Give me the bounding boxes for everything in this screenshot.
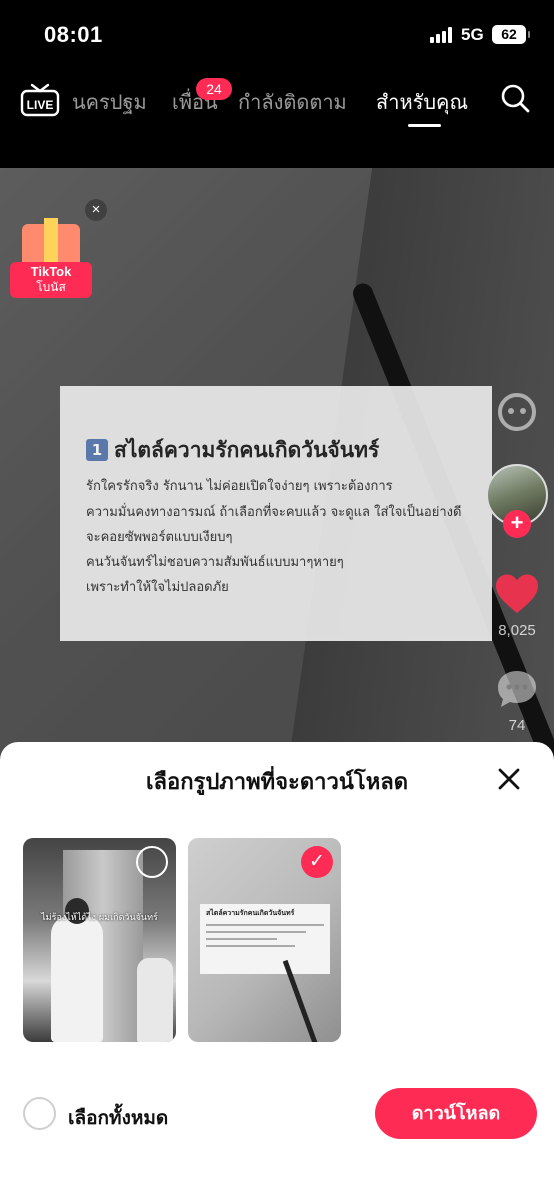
select-all-label[interactable]: เลือกทั้งหมด (68, 1103, 168, 1133)
active-tab-indicator (408, 124, 441, 127)
like-count: 8,025 (498, 622, 536, 639)
emoji-reaction-button[interactable] (490, 390, 544, 434)
close-bonus-icon[interactable]: × (85, 199, 107, 221)
tiktok-bonus-line2: โบนัส (36, 280, 66, 294)
card-title-text: สไตล์ความรักคนเกิดวันจันทร์ (114, 438, 380, 462)
text-placeholder-line (206, 938, 277, 940)
close-icon[interactable] (496, 766, 522, 792)
text-placeholder-line (206, 945, 295, 947)
image-thumbnail[interactable]: ไม่ร้องไห้ได้ไง ผมเกิดวันจันทร์ (23, 838, 176, 1042)
like-button[interactable]: 8,025 (490, 573, 544, 639)
search-icon[interactable] (499, 82, 531, 114)
card-line: คนวันจันทร์ไม่ชอบความสัมพันธ์แบบมาๆหายๆ (86, 555, 344, 570)
person-figure (51, 916, 103, 1042)
thumbnail-text-card: สไตล์ความรักคนเกิดวันจันทร์ (200, 904, 330, 974)
select-all-checkbox[interactable] (23, 1097, 56, 1130)
thumbnail-caption: ไม่ร้องไห้ได้ไง ผมเกิดวันจันทร์ (41, 913, 158, 923)
number-one-icon: 1 (86, 439, 108, 461)
follow-plus-icon[interactable]: + (503, 510, 531, 538)
battery-icon: 62 (492, 25, 530, 44)
download-button[interactable]: ดาวน์โหลด (375, 1088, 537, 1139)
tab-following[interactable]: กำลังติดตาม (238, 86, 347, 118)
live-tv-icon[interactable]: LIVE (20, 83, 60, 117)
friends-notification-badge: 24 (196, 78, 232, 100)
card-title: 1 สไตล์ความรักคนเกิดวันจันทร์ (86, 434, 379, 467)
comment-button[interactable]: 74 (490, 668, 544, 734)
tiktok-bonus-line1: TikTok (30, 264, 72, 279)
emoji-face-icon (498, 393, 536, 431)
video-player[interactable]: TikTok โบนัส × 1 สไตล์ความรักคนเกิดวันจัน… (0, 168, 554, 768)
selected-check-icon[interactable]: ✓ (301, 846, 333, 878)
comment-count: 74 (508, 717, 526, 734)
mirror-reflection (137, 958, 173, 1042)
network-type: 5G (461, 25, 484, 44)
heart-icon (496, 574, 538, 613)
status-time: 08:01 (44, 22, 103, 47)
card-line: ความมั่นคงทางอารมณ์ ถ้าเลือกที่จะคบแล้ว … (86, 505, 462, 520)
tiktok-bonus-widget[interactable]: TikTok โบนัส (10, 218, 92, 300)
top-navigation: LIVE นครปฐม เพื่อน 24 กำลังติดตาม สำหรับ… (0, 70, 554, 168)
creator-avatar[interactable]: + (486, 464, 548, 538)
svg-text:LIVE: LIVE (27, 98, 54, 112)
text-placeholder-line (206, 931, 307, 933)
card-line: รักใครรักจริง รักนาน ไม่ค่อยเปิดใจง่ายๆ … (86, 479, 393, 494)
tab-for-you[interactable]: สำหรับคุณ (376, 86, 468, 118)
download-images-sheet: เลือกรูปภาพที่จะดาวน์โหลด ไม่ร้องไห้ได้ไ… (0, 742, 554, 1199)
sheet-title: เลือกรูปภาพที่จะดาวน์โหลด (145, 770, 408, 795)
tab-nakhon-pathom[interactable]: นครปฐม (72, 86, 147, 118)
image-thumbnail[interactable]: สไตล์ความรักคนเกิดวันจันทร์ ✓ (188, 838, 341, 1042)
text-placeholder-line (206, 924, 324, 926)
card-line: จะคอยซัพพอร์ตแบบเงียบๆ (86, 530, 233, 545)
video-text-card: 1 สไตล์ความรักคนเกิดวันจันทร์ รักใครรักจร… (60, 386, 492, 641)
unselected-circle-icon[interactable] (136, 846, 168, 878)
comment-icon (498, 671, 536, 707)
status-bar: 08:01 5G 62 (0, 0, 554, 70)
card-line: เพราะทำให้ใจไม่ปลอดภัย (86, 580, 229, 595)
thumbnail-card-title: สไตล์ความรักคนเกิดวันจันทร์ (206, 909, 295, 917)
cellular-signal-icon (430, 27, 454, 43)
tiktok-bonus-label: TikTok โบนัส (10, 262, 92, 298)
